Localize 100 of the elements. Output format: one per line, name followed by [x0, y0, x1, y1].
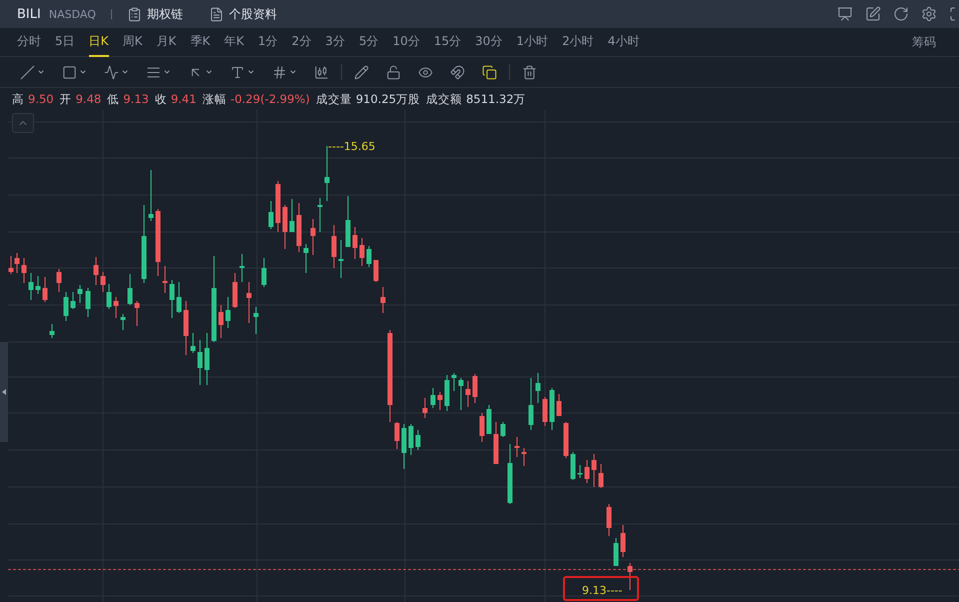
- drawing-tool-button[interactable]: [272, 64, 297, 80]
- clipboard-icon: [127, 6, 142, 22]
- header-link[interactable]: 期权链: [127, 6, 184, 22]
- candlestick: [486, 404, 492, 434]
- chip-tab[interactable]: 筹码: [912, 34, 936, 50]
- candlestick: [564, 422, 568, 458]
- drawing-tool-button[interactable]: [522, 64, 537, 80]
- candlestick: [176, 282, 182, 314]
- rectangle-icon: [62, 64, 77, 80]
- candlestick: [262, 258, 266, 288]
- pencil-icon: [354, 64, 369, 80]
- period-tab[interactable]: 日K: [88, 28, 109, 56]
- candlestick: [522, 448, 526, 466]
- period-tab[interactable]: 5分: [358, 28, 379, 56]
- period-tab[interactable]: 周K: [122, 28, 142, 56]
- candlestick: [606, 504, 612, 536]
- arrow-icon: [2, 389, 6, 395]
- candlestick: [416, 430, 420, 450]
- candlestick: [528, 378, 534, 430]
- candlestick: [430, 388, 436, 408]
- candlestick: [352, 226, 358, 260]
- period-tab[interactable]: 10分: [392, 28, 420, 56]
- refresh-button[interactable]: [893, 6, 909, 22]
- candlestick: [480, 412, 484, 442]
- period-tab[interactable]: 1小时: [516, 28, 548, 56]
- candlestick: [536, 372, 540, 404]
- drawing-tool-button[interactable]: [418, 64, 433, 80]
- stat-label: 收: [154, 92, 167, 106]
- stock-symbol: BILI: [17, 6, 41, 22]
- drawing-tool-button[interactable]: [230, 64, 255, 80]
- drawing-tool-button[interactable]: [386, 64, 401, 80]
- chart-screen-button[interactable]: [837, 6, 853, 22]
- candlestick-icon: [314, 64, 329, 80]
- caret-icon: [79, 68, 87, 76]
- pattern-icon: [104, 64, 119, 80]
- candlestick: [276, 180, 280, 232]
- candlestick: [128, 274, 132, 306]
- drawing-tool-button[interactable]: [146, 64, 171, 80]
- period-tab[interactable]: 1分: [258, 28, 278, 56]
- candlestick: [366, 246, 372, 268]
- stat-value: 9.13: [123, 92, 149, 106]
- candlestick: [578, 464, 582, 478]
- drawing-tool-button[interactable]: [104, 64, 129, 80]
- eye-icon: [418, 64, 433, 80]
- edit-button[interactable]: [865, 6, 881, 22]
- high-price-label: ----15.65: [328, 140, 376, 153]
- period-tab[interactable]: 2小时: [562, 28, 594, 56]
- magnet-icon: [450, 64, 465, 80]
- period-tab[interactable]: 4小时: [608, 28, 640, 56]
- candlestick: [592, 454, 596, 488]
- drawing-tool-button[interactable]: [20, 64, 45, 80]
- period-tab[interactable]: 2分: [292, 28, 312, 56]
- period-tab[interactable]: 月K: [156, 28, 176, 56]
- candlestick: [598, 464, 604, 488]
- stat-label: 低: [107, 92, 120, 106]
- candlestick: [70, 292, 76, 310]
- candlestick: [380, 286, 386, 314]
- candlestick: [374, 260, 378, 282]
- header-link[interactable]: 个股资料: [209, 6, 278, 22]
- candlestick: [584, 460, 590, 484]
- stat-label: 成交量: [316, 92, 352, 106]
- candlestick: [190, 332, 196, 354]
- drawing-tool-button[interactable]: [482, 64, 497, 80]
- candlestick: [452, 372, 456, 392]
- candlestick: [268, 200, 274, 230]
- candlestick: [466, 380, 470, 408]
- settings-button[interactable]: [921, 6, 937, 22]
- period-tab[interactable]: 30分: [475, 28, 502, 56]
- candlestick: [22, 258, 26, 284]
- drawing-tool-button[interactable]: [62, 64, 87, 80]
- period-tab[interactable]: 年K: [224, 28, 244, 56]
- side-panel-handle[interactable]: [0, 342, 8, 442]
- candlestick: [614, 538, 618, 566]
- candlestick: [28, 272, 34, 300]
- period-tab[interactable]: 3分: [325, 28, 345, 56]
- exchange-name: NASDAQ: [48, 8, 96, 20]
- number-icon: [272, 64, 287, 80]
- period-tab[interactable]: 5日: [55, 28, 75, 56]
- caret-icon: [121, 68, 129, 76]
- period-tab[interactable]: 季K: [190, 28, 210, 56]
- candlestick: [156, 208, 160, 276]
- lines-icon: [146, 64, 161, 80]
- drawing-tool-button[interactable]: [354, 64, 369, 80]
- candlestick: [304, 244, 308, 274]
- candlestick: [422, 398, 428, 418]
- drawing-tool-button[interactable]: [314, 64, 329, 80]
- period-tab[interactable]: 15分: [434, 28, 462, 56]
- candlestick: [114, 296, 118, 318]
- candlestick: [184, 300, 188, 356]
- candlestick: [232, 272, 238, 308]
- candlestick: [318, 198, 322, 232]
- candlestick: [204, 332, 210, 386]
- period-tab[interactable]: 分时: [17, 28, 41, 56]
- candlestick: [556, 394, 562, 416]
- drawing-tool-button[interactable]: [450, 64, 465, 80]
- candlestick: [324, 146, 330, 202]
- candlestick: [620, 524, 626, 558]
- candlestick: [218, 304, 224, 338]
- stat-value: 9.41: [170, 92, 196, 106]
- document-icon: [209, 6, 224, 22]
